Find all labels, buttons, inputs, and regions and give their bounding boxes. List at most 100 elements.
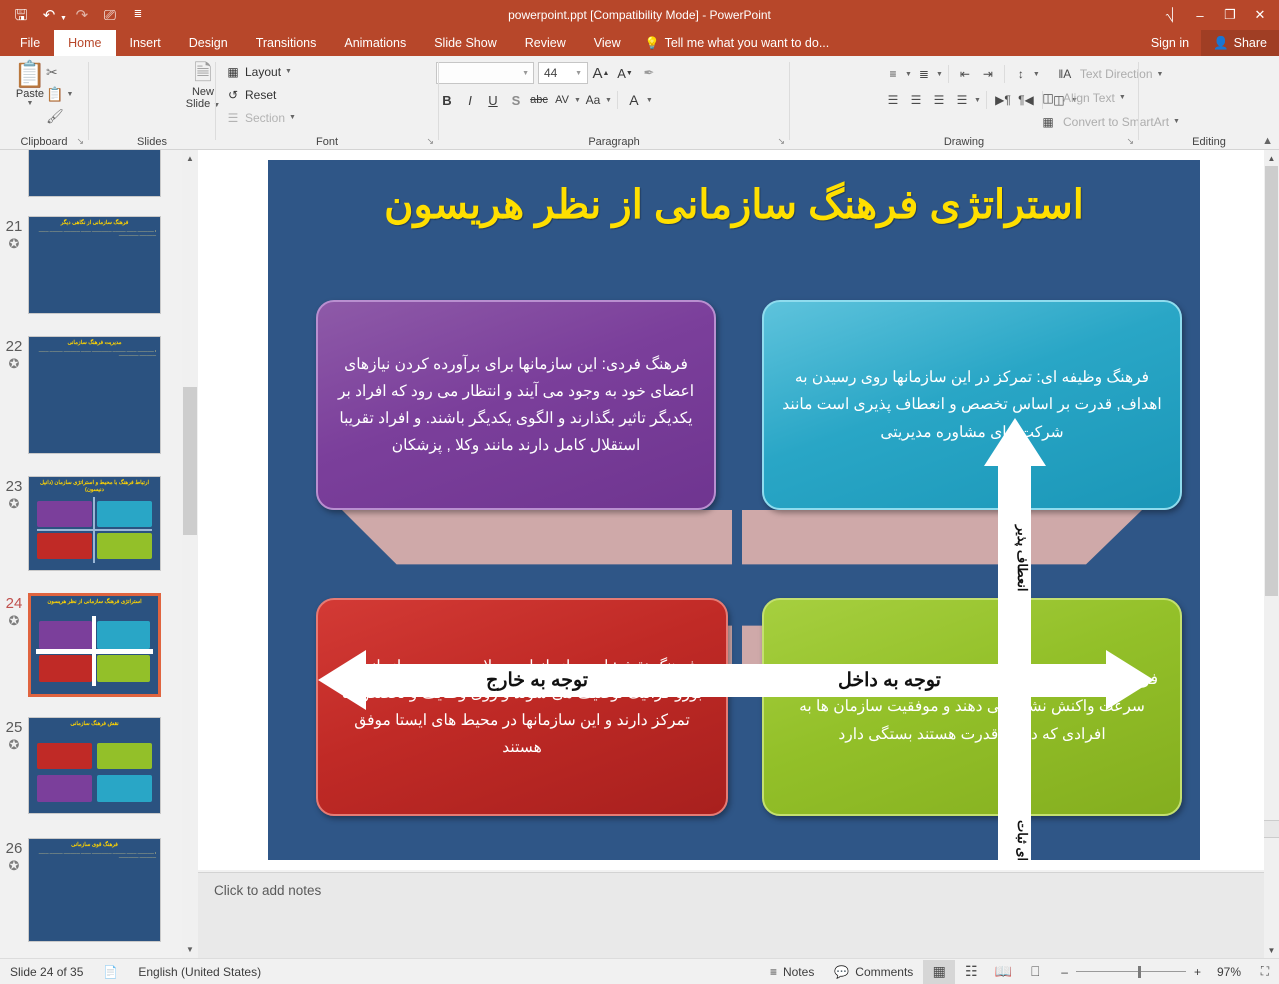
- zoom-control[interactable]: – + 97%: [1051, 965, 1251, 979]
- slide-title[interactable]: استراتژی فرهنگ سازمانی از نظر هریسون: [268, 182, 1200, 228]
- thumbnail-vertical-arrow: [91, 615, 96, 687]
- cut-icon[interactable]: ✂: [46, 64, 58, 81]
- vertical-axis-arrow[interactable]: انعطاف پذیر دارای ثبات: [984, 418, 1046, 860]
- thumbnail-quadrant: [97, 621, 151, 649]
- thumbnail-quadrant: [36, 742, 92, 770]
- slide-thumbnail-20[interactable]: [28, 150, 161, 197]
- animation-star-icon: ✪: [8, 496, 20, 511]
- slide-show-button[interactable]: ⎕: [1019, 960, 1051, 984]
- ribbon-display-options-icon[interactable]: ⎷: [1155, 2, 1185, 28]
- slide-thumbnail-23[interactable]: ارتباط فرهنگ با محیط و استراتژی سازمان (…: [28, 476, 161, 571]
- share-button[interactable]: 👤 Share: [1201, 30, 1279, 56]
- reading-view-button[interactable]: 📖: [987, 960, 1019, 984]
- fit-slide-to-window-button[interactable]: ⛶: [1251, 960, 1279, 984]
- copy-dropdown-icon[interactable]: ▼: [66, 91, 73, 98]
- tab-view[interactable]: View: [580, 30, 635, 56]
- arrow-head-left: [318, 650, 366, 710]
- notes-placeholder[interactable]: Click to add notes: [214, 883, 321, 898]
- zoom-slider[interactable]: [1075, 965, 1186, 978]
- thumbnail-quadrant: [97, 501, 153, 528]
- tab-file[interactable]: File: [6, 30, 54, 56]
- close-icon[interactable]: ✕: [1245, 2, 1275, 28]
- animation-star-icon: ✪: [8, 737, 20, 752]
- previous-slide-button[interactable]: [1264, 820, 1279, 838]
- font-dialog-launcher[interactable]: ↘: [426, 136, 434, 147]
- thumbnail-title: فرهنگ سازمانی از نگاهی دیگر: [60, 220, 129, 226]
- tell-me-label: Tell me what you want to do...: [664, 36, 830, 50]
- quadrant-task-culture[interactable]: فرهنگ وظیفه ای: تمرکز در این سازمانها رو…: [762, 300, 1182, 510]
- scroll-up-icon[interactable]: ▲: [1264, 150, 1279, 166]
- thumbnail-scroll-thumb[interactable]: [183, 387, 197, 535]
- tab-slide-show[interactable]: Slide Show: [420, 30, 511, 56]
- arrow-shaft-horizontal: [364, 664, 1108, 697]
- slide-thumbnail-21[interactable]: فرهنگ سازمانی از نگاهی دیگر • ————— ——— —…: [28, 216, 161, 314]
- zoom-in-button[interactable]: +: [1194, 965, 1201, 979]
- tab-insert[interactable]: Insert: [116, 30, 175, 56]
- comment-icon: 💬: [834, 964, 850, 979]
- slide-sorter-button[interactable]: ☷: [955, 960, 987, 984]
- animation-star-icon: ✪: [8, 356, 20, 371]
- clipboard-dialog-launcher[interactable]: ↘: [76, 136, 84, 147]
- main-vertical-scrollbar[interactable]: ▲ ▼: [1264, 150, 1279, 958]
- comments-toggle-button[interactable]: 💬 Comments: [824, 959, 923, 984]
- thumbnail-quadrant: [97, 742, 153, 770]
- comments-label: Comments: [855, 964, 914, 979]
- scroll-down-icon[interactable]: ▼: [1264, 942, 1279, 958]
- thumbnail-row-25[interactable]: 25 ✪ نقش فرهنگ سازمانی: [0, 717, 182, 814]
- thumbnail-row-20[interactable]: [0, 150, 182, 197]
- spell-check-icon[interactable]: 📄: [93, 959, 128, 984]
- notes-icon: ≡: [769, 964, 777, 979]
- thumbnail-row-23[interactable]: 23 ✪ ارتباط فرهنگ با محیط و استراتژی سازما…: [0, 476, 182, 571]
- zoom-percent[interactable]: 97%: [1209, 965, 1241, 979]
- zoom-slider-handle[interactable]: [1137, 965, 1141, 978]
- slide-thumbnail-22[interactable]: مدیریت فرهنگ سازمانی • ————— ——— ———— ———…: [28, 336, 161, 454]
- notes-pane[interactable]: Click to add notes: [198, 872, 1264, 958]
- thumbnail-scroll-up-icon[interactable]: ▲: [182, 150, 198, 167]
- thumbnail-number: 23 ✪: [0, 476, 28, 571]
- tab-home[interactable]: Home: [54, 30, 116, 56]
- format-painter-icon[interactable]: 🖌: [46, 108, 64, 125]
- tab-review[interactable]: Review: [511, 30, 580, 56]
- thumbnail-number: 21 ✪: [0, 216, 28, 314]
- thumbnail-title: ارتباط فرهنگ با محیط و استراتژی سازمان (…: [39, 480, 149, 493]
- thumbnail-row-22[interactable]: 22 ✪ مدیریت فرهنگ سازمانی • ————— ——— ———— …: [0, 336, 182, 454]
- slide-editing-area[interactable]: استراتژی فرهنگ سازمانی از نظر هریسون فره…: [198, 150, 1264, 870]
- status-bar: Slide 24 of 35 📄 English (United States)…: [0, 958, 1279, 984]
- normal-view-button[interactable]: ▦: [923, 959, 956, 984]
- tab-transitions[interactable]: Transitions: [242, 30, 331, 56]
- share-person-icon: 👤: [1213, 35, 1229, 50]
- slide-thumbnail-26[interactable]: فرهنگ قوی سازمانی • ————— ——— ———— ——————…: [28, 838, 161, 942]
- notes-label: Notes: [782, 964, 815, 979]
- notes-toggle-button[interactable]: ≡ Notes: [760, 959, 824, 984]
- slide-thumbnail-24[interactable]: استراتژی فرهنگ سازمانی از نظر هریسون: [28, 593, 161, 697]
- thumbnail-row-26[interactable]: 26 ✪ فرهنگ قوی سازمانی • ————— ——— ———— ———…: [0, 838, 182, 942]
- minimize-icon[interactable]: –: [1185, 2, 1215, 28]
- copy-icon[interactable]: 📋: [46, 86, 63, 103]
- thumbnail-pane-scrollbar[interactable]: ▲ ▼: [182, 150, 198, 958]
- slide-counter[interactable]: Slide 24 of 35: [0, 959, 93, 984]
- axis-label-stable: دارای ثبات: [1015, 819, 1030, 860]
- scroll-thumb[interactable]: [1265, 166, 1278, 596]
- quadrant-individual-culture[interactable]: فرهنگ فردی: این سازمانها برای برآورده کر…: [316, 300, 716, 510]
- paragraph-dialog-launcher[interactable]: ↘: [777, 136, 785, 147]
- tab-design[interactable]: Design: [175, 30, 242, 56]
- sign-in-button[interactable]: Sign in: [1139, 30, 1201, 56]
- slide-thumbnail-25[interactable]: نقش فرهنگ سازمانی: [28, 717, 161, 814]
- thumbnail-scroll-down-icon[interactable]: ▼: [182, 941, 198, 958]
- horizontal-axis-arrow[interactable]: توجه به خارج توجه به داخل: [318, 650, 1154, 710]
- zoom-out-button[interactable]: –: [1061, 965, 1068, 979]
- animation-star-icon: ✪: [8, 858, 20, 873]
- language-indicator[interactable]: English (United States): [128, 959, 271, 984]
- tell-me-box[interactable]: 💡 Tell me what you want to do...: [635, 30, 840, 56]
- drawing-dialog-launcher[interactable]: ↘: [1126, 136, 1134, 147]
- axis-label-internal-focus: توجه به داخل: [838, 670, 941, 691]
- tab-animations[interactable]: Animations: [330, 30, 420, 56]
- current-slide[interactable]: استراتژی فرهنگ سازمانی از نظر هریسون فره…: [268, 160, 1200, 860]
- slide-thumbnail-pane[interactable]: 21 ✪ فرهنگ سازمانی از نگاهی دیگر • ————— ——…: [0, 150, 182, 958]
- thumbnail-row-21[interactable]: 21 ✪ فرهنگ سازمانی از نگاهی دیگر • ————— ——…: [0, 216, 182, 314]
- collapse-ribbon-icon[interactable]: ▲: [1262, 135, 1273, 147]
- thumbnail-row-24[interactable]: 24 ✪ استراتژی فرهنگ سازمانی از نظر هریسون: [0, 593, 182, 697]
- restore-icon[interactable]: ❐: [1215, 2, 1245, 28]
- arrow-head-up: [984, 418, 1046, 466]
- thumbnail-quadrant: [97, 775, 153, 802]
